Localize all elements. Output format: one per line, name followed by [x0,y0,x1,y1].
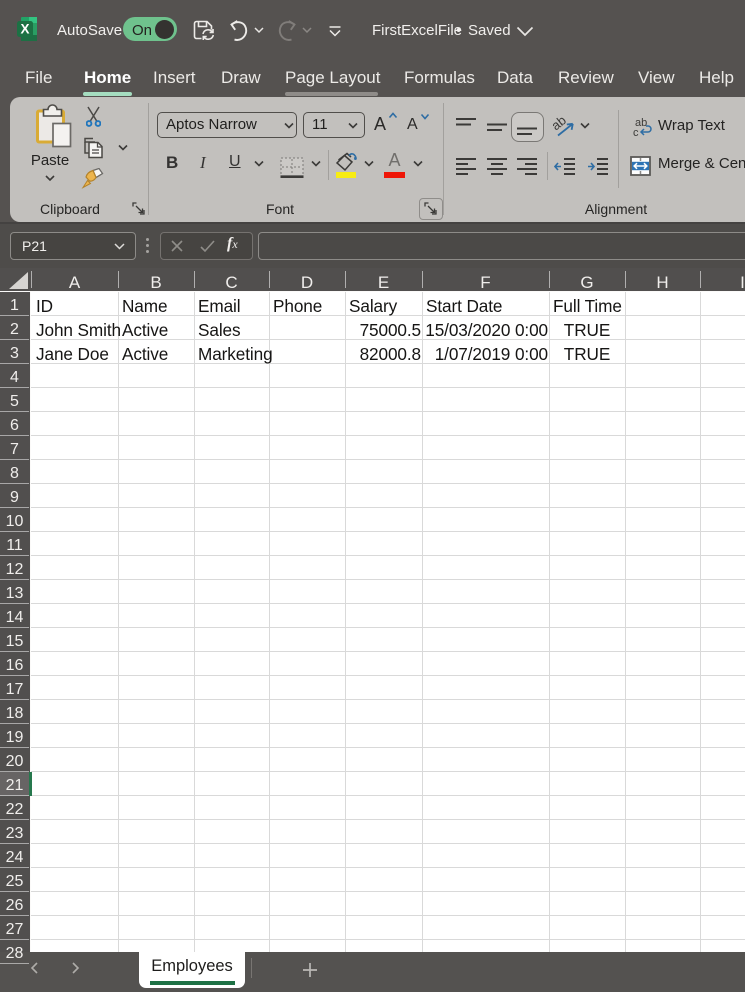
svg-text:c: c [633,127,639,137]
svg-text:ab: ab [551,112,569,133]
svg-text:X: X [20,22,29,37]
